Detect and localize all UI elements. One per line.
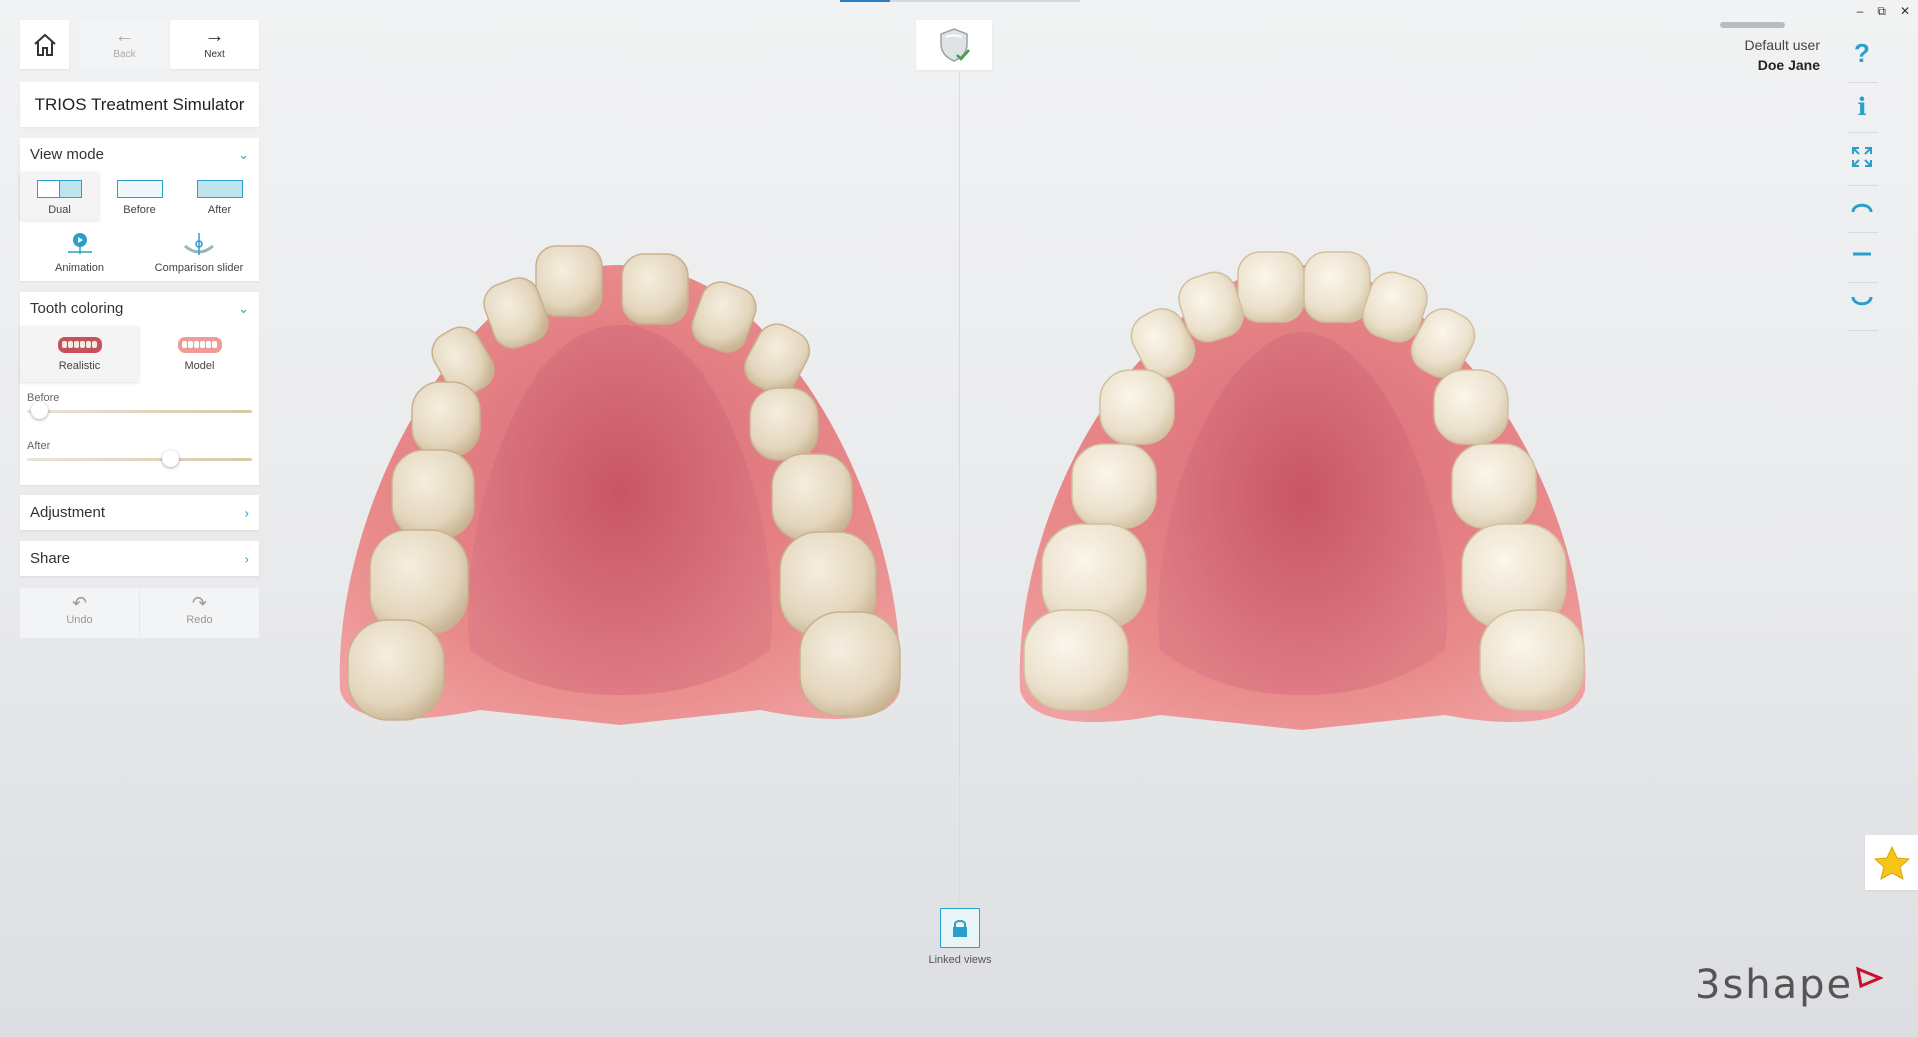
model-label: Model <box>184 360 215 372</box>
back-arrow-icon: ← <box>114 25 135 47</box>
after-slider[interactable] <box>27 450 252 468</box>
next-arrow-icon: → <box>204 25 225 47</box>
before-slider-track <box>27 410 252 413</box>
app-title-panel: TRIOS Treatment Simulator <box>20 82 259 127</box>
after-dental-arch[interactable] <box>1010 250 1595 740</box>
after-view-icon <box>196 180 243 198</box>
dual-view-icon <box>36 180 82 198</box>
user-info: Default user Doe Jane <box>1745 35 1820 75</box>
redo-icon: ↷ <box>191 593 208 613</box>
help-button[interactable]: ? <box>1843 38 1881 69</box>
chevron-down-icon: ⌄ <box>238 301 249 316</box>
comparison-slider-button[interactable]: Comparison slider <box>139 232 259 276</box>
chevron-right-icon: › <box>244 551 249 566</box>
info-button[interactable]: i <box>1843 92 1881 121</box>
realistic-teeth-icon <box>57 337 102 353</box>
undo-button[interactable]: ↶ Undo <box>20 588 139 638</box>
linked-views-button[interactable]: Linked views <box>918 908 1002 966</box>
undo-label: Undo <box>66 614 93 626</box>
before-slider[interactable] <box>27 402 252 420</box>
before-label: Before <box>123 204 156 216</box>
progress-indicator <box>840 0 1080 2</box>
adjustment-label: Adjustment <box>30 504 106 521</box>
before-view-icon <box>116 180 163 198</box>
flat-view-button[interactable] <box>1843 250 1881 258</box>
arch-upper-icon <box>1851 203 1873 213</box>
back-button[interactable]: ← Back <box>80 20 169 69</box>
view-mode-after[interactable]: After <box>180 172 259 220</box>
after-slider-thumb[interactable] <box>162 450 180 467</box>
undo-icon: ↶ <box>71 593 88 613</box>
arch-lower-icon <box>1851 296 1873 306</box>
next-label: Next <box>204 49 225 60</box>
close-icon[interactable]: ✕ <box>1900 4 1910 19</box>
brand-mark-icon <box>1856 966 1884 989</box>
share-section[interactable]: Share › <box>20 541 259 576</box>
redo-button[interactable]: ↷ Redo <box>140 588 259 638</box>
share-label: Share <box>30 550 71 567</box>
window-controls: – ⧉ ✕ <box>1857 4 1910 19</box>
tooth-coloring-header[interactable]: Tooth coloring ⌄ <box>20 292 259 326</box>
view-mode-header[interactable]: View mode ⌄ <box>20 138 259 172</box>
toolbar-separator <box>1848 330 1878 331</box>
restore-icon[interactable]: ⧉ <box>1877 4 1886 19</box>
toolbar-separator <box>1848 132 1878 133</box>
animation-label: Animation <box>55 262 104 274</box>
shield-check-button[interactable] <box>916 20 992 70</box>
home-icon <box>33 33 56 56</box>
star-icon <box>1873 845 1910 880</box>
brand-logo: 3shape <box>1695 962 1884 1008</box>
view-mode-dual[interactable]: Dual <box>20 172 99 220</box>
tooth-coloring-title: Tooth coloring <box>30 300 124 317</box>
model-option[interactable]: Model <box>140 326 259 382</box>
next-button[interactable]: → Next <box>170 20 259 69</box>
after-label: After <box>207 204 232 216</box>
progress-fill <box>840 0 890 2</box>
shield-check-icon <box>940 28 970 62</box>
user-role: Default user <box>1744 37 1820 53</box>
expand-icon <box>1852 147 1872 167</box>
realistic-option[interactable]: Realistic <box>20 326 139 382</box>
toolbar-separator <box>1848 82 1878 83</box>
chevron-down-icon: ⌄ <box>238 147 249 162</box>
animation-icon <box>67 233 92 254</box>
animation-button[interactable]: Animation <box>20 232 139 276</box>
tooth-coloring-panel: Tooth coloring ⌄ Realistic Model Before … <box>20 292 259 485</box>
expand-button[interactable] <box>1843 145 1881 169</box>
toolbar-separator <box>1848 232 1878 233</box>
adjustment-section[interactable]: Adjustment › <box>20 495 259 530</box>
toolbar-separator <box>1848 185 1878 186</box>
minimize-icon[interactable]: – <box>1857 4 1864 19</box>
help-icon: ? <box>1854 38 1870 68</box>
user-name: Doe Jane <box>1757 57 1820 73</box>
before-dental-arch[interactable] <box>330 240 910 740</box>
linked-views-label: Linked views <box>928 954 992 966</box>
favorites-button[interactable] <box>1865 835 1918 890</box>
comparison-slider-icon <box>184 233 214 255</box>
toolbar-separator <box>1848 282 1878 283</box>
comparison-slider-label: Comparison slider <box>154 262 244 274</box>
arch-flat-icon <box>1853 252 1871 256</box>
home-button[interactable] <box>20 20 69 69</box>
redo-label: Redo <box>186 614 213 626</box>
lower-arch-view-button[interactable] <box>1843 293 1881 311</box>
model-teeth-icon <box>177 337 222 353</box>
chevron-right-icon: › <box>244 505 249 520</box>
back-label: Back <box>113 49 136 60</box>
dual-label: Dual <box>48 204 71 216</box>
app-title: TRIOS Treatment Simulator <box>34 94 245 114</box>
view-mode-title: View mode <box>30 146 104 163</box>
upper-arch-view-button[interactable] <box>1843 197 1881 215</box>
lock-icon <box>940 908 980 948</box>
user-status-bar <box>1720 22 1785 28</box>
view-mode-before[interactable]: Before <box>100 172 179 220</box>
after-slider-track <box>27 458 252 461</box>
brand-name: 3shape <box>1695 962 1854 1008</box>
info-icon: i <box>1857 92 1867 121</box>
realistic-label: Realistic <box>58 360 101 372</box>
view-mode-panel: View mode ⌄ Dual Before After Animation … <box>20 138 259 281</box>
before-slider-thumb[interactable] <box>31 402 49 419</box>
view-divider <box>959 72 960 902</box>
